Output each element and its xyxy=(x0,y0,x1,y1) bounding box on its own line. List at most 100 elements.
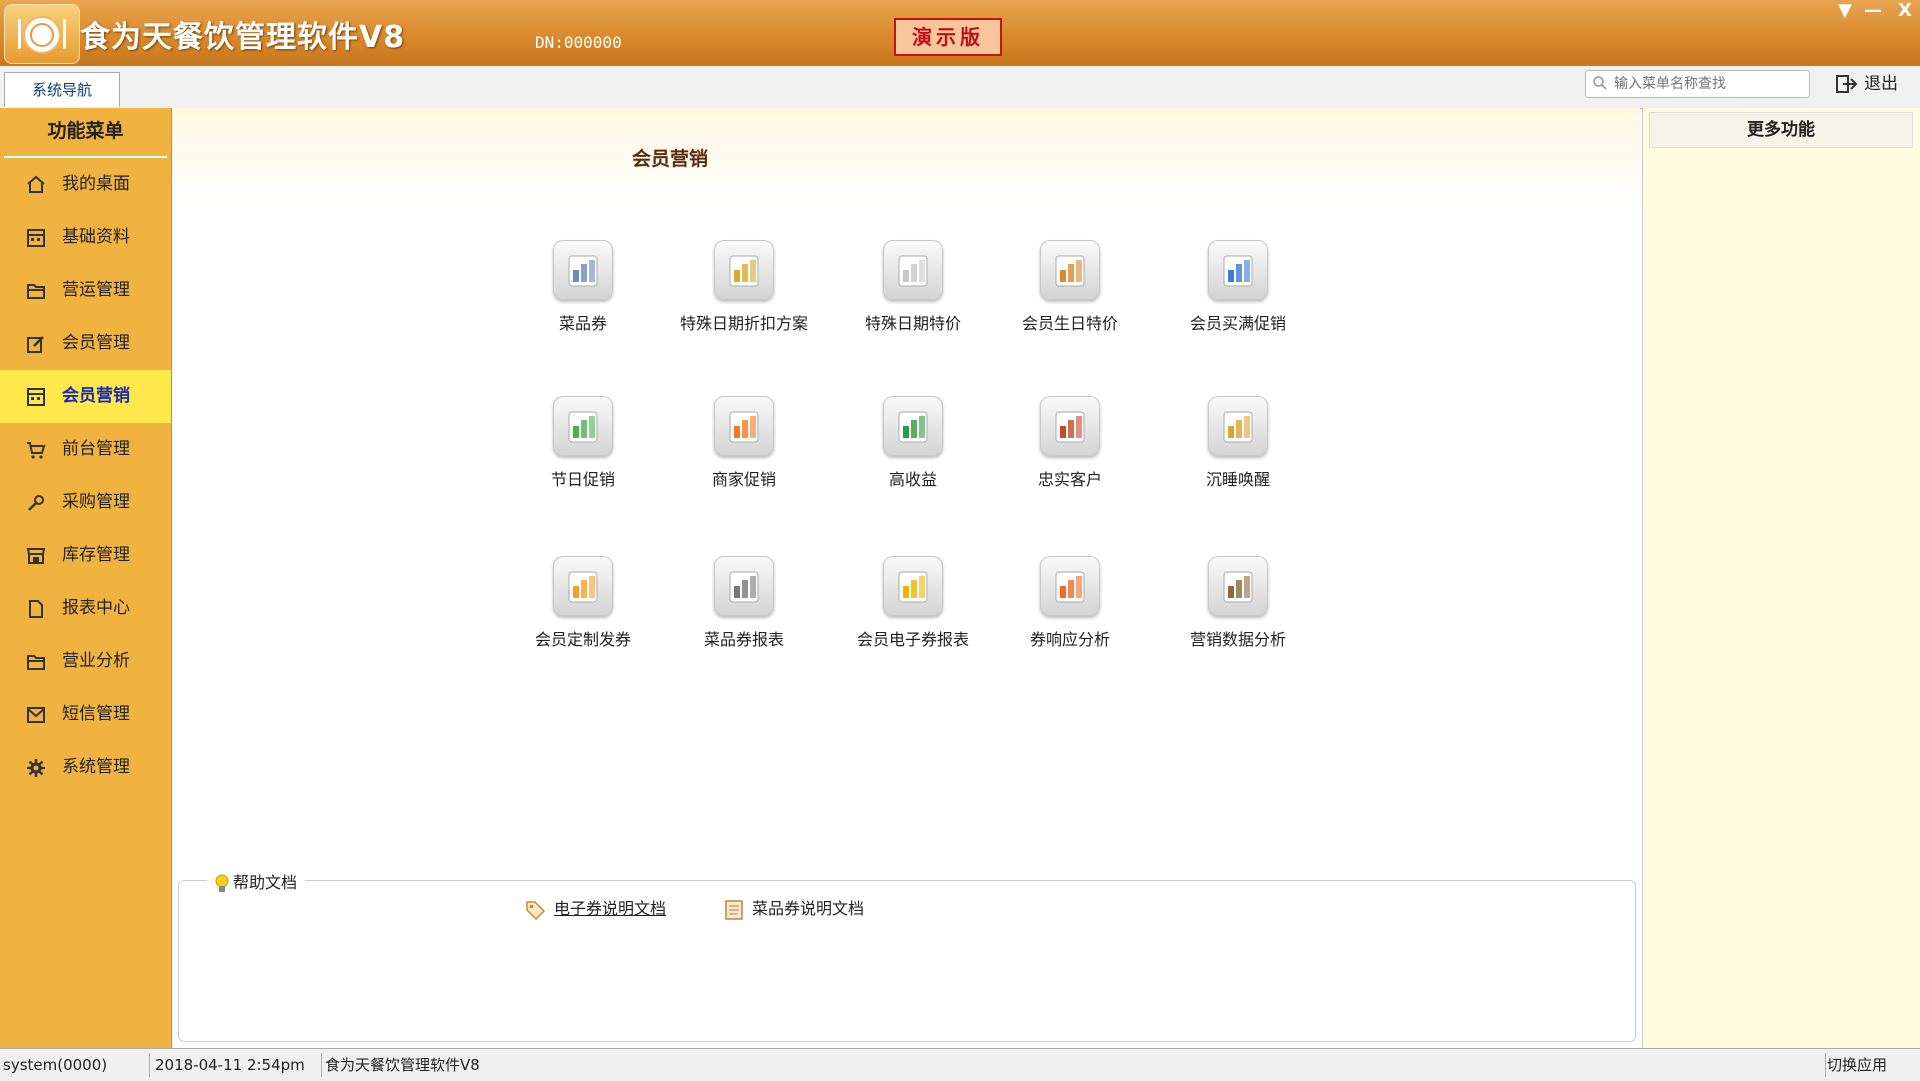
sidebar-item-6[interactable]: 采购管理 xyxy=(0,476,171,529)
status-user: system(0000) xyxy=(0,1053,150,1077)
feature-label: 沉睡唤醒 xyxy=(1205,470,1270,489)
gear-icon xyxy=(27,759,45,777)
feature-label: 营销数据分析 xyxy=(1189,630,1286,649)
menu-search-box[interactable] xyxy=(1585,70,1810,98)
feature-label: 会员电子券报表 xyxy=(856,630,969,649)
sidebar-item-label: 采购管理 xyxy=(62,492,130,512)
status-app-name: 食为天餐饮管理软件V8 xyxy=(322,1053,1826,1077)
sidebar-item-label: 营业分析 xyxy=(62,651,130,671)
feature-11[interactable]: 菜品券报表 xyxy=(659,556,829,650)
feature-label: 券响应分析 xyxy=(1029,630,1110,649)
sidebar-item-5[interactable]: 前台管理 xyxy=(0,423,171,476)
close-button[interactable]: X xyxy=(1898,0,1912,21)
feature-13[interactable]: 券响应分析 xyxy=(985,556,1155,650)
toolbar: 系统导航 退出 xyxy=(0,66,1920,109)
feature-1[interactable]: 特殊日期折扣方案 xyxy=(659,240,829,334)
sidebar-item-label: 会员管理 xyxy=(62,333,130,353)
clipboard-icon xyxy=(1208,556,1268,616)
store-icon xyxy=(26,548,46,564)
gear-user-icon xyxy=(553,240,613,300)
sidebar-item-8[interactable]: 报表中心 xyxy=(0,582,171,635)
sidebar-item-0[interactable]: 我的桌面 xyxy=(0,158,171,211)
more-functions-header: 更多功能 xyxy=(1649,112,1913,148)
help-link-e-coupon[interactable]: 电子券说明文档 xyxy=(524,895,666,921)
minimize-button[interactable]: — xyxy=(1864,0,1882,21)
sidebar-item-label: 营运管理 xyxy=(62,280,130,300)
feature-6[interactable]: 商家促销 xyxy=(659,396,829,490)
message-icon xyxy=(27,707,45,723)
sidebar-header: 功能菜单 xyxy=(4,108,167,158)
feature-8[interactable]: 忠实客户 xyxy=(985,396,1155,490)
tab-system-navigation[interactable]: 系统导航 xyxy=(4,72,120,107)
sidebar-item-11[interactable]: 系统管理 xyxy=(0,741,171,794)
feature-2[interactable]: 特殊日期特价 xyxy=(828,240,998,334)
help-documents-panel: 帮助文档 电子券说明文档 菜品券说明文档 xyxy=(178,869,1636,1042)
sidebar-item-10[interactable]: 短信管理 xyxy=(0,688,171,741)
sidebar-item-7[interactable]: 库存管理 xyxy=(0,529,171,582)
feature-label: 菜品券报表 xyxy=(703,630,784,649)
star-doc-icon xyxy=(883,556,943,616)
feature-0[interactable]: 菜品券 xyxy=(498,240,668,334)
sidebar-item-3[interactable]: 会员管理 xyxy=(0,317,171,370)
person-doc-icon xyxy=(553,396,613,456)
dropdown-menu-button[interactable]: ▼ xyxy=(1838,0,1852,21)
sidebar-item-label: 我的桌面 xyxy=(62,174,130,194)
feature-3[interactable]: 会员生日特价 xyxy=(985,240,1155,334)
sidebar-item-label: 短信管理 xyxy=(62,704,130,724)
feature-9[interactable]: 沉睡唤醒 xyxy=(1153,396,1323,490)
app-logo xyxy=(4,4,80,64)
price-doc-icon xyxy=(883,240,943,300)
feature-7[interactable]: 高收益 xyxy=(828,396,998,490)
folder-gear-icon xyxy=(553,556,613,616)
lightbulb-icon xyxy=(215,874,229,892)
sidebar-item-label: 前台管理 xyxy=(62,439,130,459)
cart-icon xyxy=(27,442,46,459)
edit-icon xyxy=(27,336,44,353)
sidebar-item-1[interactable]: 基础资料 xyxy=(0,211,171,264)
logout-button[interactable]: 退出 xyxy=(1836,70,1898,98)
feature-5[interactable]: 节日促销 xyxy=(498,396,668,490)
printer-icon xyxy=(714,556,774,616)
money-cards-icon xyxy=(714,240,774,300)
status-bar: system(0000) 2018-04-11 2:54pm 食为天餐饮管理软件… xyxy=(0,1048,1920,1081)
title-bar: 食为天餐饮管理软件V8 DN:000000 演示版 ▼ — X xyxy=(0,0,1920,66)
feature-label: 节日促销 xyxy=(550,470,615,489)
help-title: 帮助文档 xyxy=(207,869,306,894)
sidebar-item-label: 系统管理 xyxy=(62,757,130,777)
help-link-label: 电子券说明文档 xyxy=(554,899,667,918)
switch-app-button[interactable]: 切换应用 xyxy=(1824,1053,1917,1077)
help-link-dish-coupon[interactable]: 菜品券说明文档 xyxy=(724,895,864,921)
sidebar-item-label: 会员营销 xyxy=(62,386,130,406)
tag-icon xyxy=(526,900,546,920)
feature-label: 特殊日期特价 xyxy=(864,314,961,333)
bar-chart-dollar-icon xyxy=(1208,240,1268,300)
rising-chart-icon xyxy=(883,396,943,456)
feature-14[interactable]: 营销数据分析 xyxy=(1153,556,1323,650)
main-content: 会员营销 菜品券 特殊日期折扣方案 特殊日期特价 会员生日特价 会员买满促销节日促销 商家… xyxy=(172,108,1640,1048)
calculator-icon xyxy=(27,388,45,406)
feature-label: 高收益 xyxy=(888,470,937,489)
sidebar-item-label: 报表中心 xyxy=(62,598,130,618)
sidebar-item-2[interactable]: 营运管理 xyxy=(0,264,171,317)
sidebar-item-label: 基础资料 xyxy=(62,227,130,247)
feature-12[interactable]: 会员电子券报表 xyxy=(828,556,998,650)
feature-10[interactable]: 会员定制发券 xyxy=(498,556,668,650)
feature-label: 特殊日期折扣方案 xyxy=(679,314,808,333)
calculator-icon xyxy=(27,229,45,247)
feature-label: 会员定制发券 xyxy=(534,630,631,649)
folder-icon xyxy=(27,655,45,670)
app-title: 食为天餐饮管理软件V8 xyxy=(80,20,406,55)
help-link-label: 菜品券说明文档 xyxy=(752,899,865,918)
feature-4[interactable]: 会员买满促销 xyxy=(1153,240,1323,334)
section-banner: 会员营销 xyxy=(172,108,1640,203)
logout-label: 退出 xyxy=(1864,74,1898,94)
demo-badge: 演示版 xyxy=(894,18,1002,56)
feature-label: 会员买满促销 xyxy=(1189,314,1286,333)
search-input[interactable] xyxy=(1612,71,1806,97)
sidebar-item-4[interactable]: 会员营销 xyxy=(0,370,171,423)
sidebar-item-9[interactable]: 营业分析 xyxy=(0,635,171,688)
notebook-icon xyxy=(1208,396,1268,456)
dn-number: DN:000000 xyxy=(535,33,622,52)
folder-icon xyxy=(27,284,45,299)
home-icon xyxy=(27,175,45,193)
